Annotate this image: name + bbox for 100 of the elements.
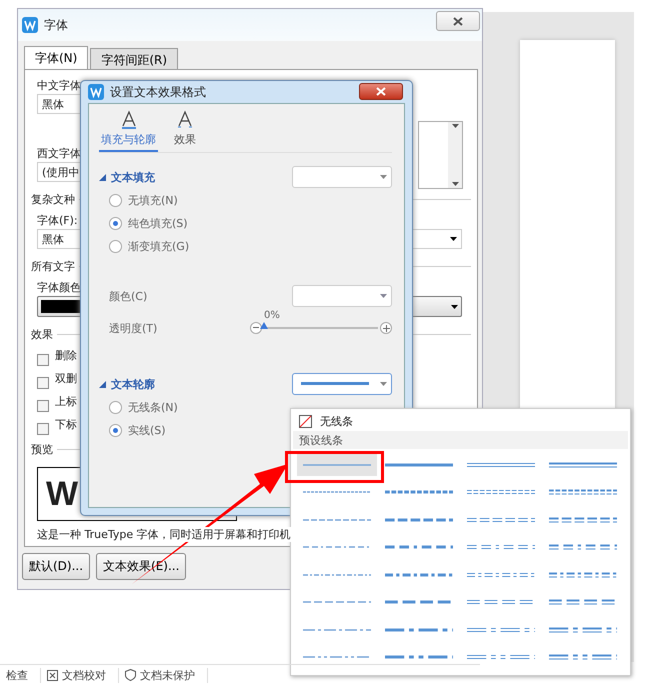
line-style-icon [303,544,371,550]
app-logo-icon [22,17,38,33]
line-style-icon [385,544,453,550]
field-label: 中文字体 [37,78,81,92]
line-style-icon [303,572,371,578]
checkbox-label: 上标 [55,394,77,408]
caret-icon [451,304,458,308]
close-button[interactable] [436,11,480,31]
field-label: 颜色(C) [109,288,148,304]
radio-label: 纯色填充(S) [128,216,188,231]
status-item[interactable]: 文档校对 [41,668,119,682]
group-title: 效果 [31,327,53,342]
section-title[interactable]: 文本轮廓 [99,376,155,392]
radio-label: 无线条(N) [128,400,178,415]
preview-text: W [46,474,78,514]
checkbox-label: 删除 [55,348,77,362]
menu-item[interactable]: 无线条 [320,414,353,429]
tab[interactable]: 字符间距(R) [90,48,178,69]
line-style-icon [467,544,535,550]
line-style-icon [467,654,535,660]
checkbox[interactable] [37,354,49,366]
caret-icon [380,294,387,298]
close-icon [376,87,386,96]
caret-icon [450,237,457,241]
line-style-icon [467,516,535,522]
line-style-icon [303,626,371,632]
slider-value: 0% [264,310,280,321]
line-style-icon [549,599,617,605]
line-style-icon [467,626,535,632]
line-style-icon [549,572,617,578]
line-style-icon [303,489,371,495]
line-style-icon [467,462,535,468]
window-title: 设置文本效果格式 [110,84,206,100]
checkbox[interactable] [37,422,49,434]
slider-thumb[interactable] [260,322,268,329]
app-logo-icon [88,84,104,100]
line-style-icon [549,544,617,550]
dialog-button[interactable]: 默认(D)... [22,553,90,580]
window-title: 字体 [44,16,68,34]
caret-icon [380,175,387,179]
line-style-icon [301,382,369,386]
radio-button[interactable] [109,194,122,207]
line-style-icon [467,599,535,605]
line-style-icon [549,489,617,495]
radio-label: 无填充(N) [128,193,178,208]
line-style-icon [385,462,453,468]
line-style-icon [303,462,371,468]
line-style-icon [303,654,371,660]
checkbox[interactable] [37,400,49,412]
no-line-icon [299,414,312,428]
checkbox[interactable] [37,376,49,388]
radio-button[interactable] [109,401,122,414]
group-title: 所有文字 [31,259,75,274]
collapse-icon [99,174,106,180]
line-style-icon [385,626,453,632]
line-style-icon [385,572,453,578]
status-item[interactable]: 检查 [0,668,41,682]
line-style-icon [385,516,453,522]
fill-dropdown[interactable] [292,166,392,188]
checkbox-label: 下标 [55,417,77,431]
radio-label: 实线(S) [128,423,166,438]
scrollbar[interactable] [448,122,462,188]
tab[interactable]: 效果 [172,110,198,152]
menu-header: 预设线条 [293,431,628,449]
tab[interactable]: 填充与轮廓 [99,110,158,152]
tab[interactable]: 字体(N) [24,46,88,69]
caret-icon [380,382,387,386]
collapse-icon [99,380,106,388]
plus-icon[interactable] [380,322,392,334]
caret-icon [452,182,458,186]
radio-button[interactable] [109,424,122,437]
field-label: 字体颜色 [37,280,81,294]
radio-button[interactable] [109,217,122,230]
field-label: 透明度(T) [109,320,158,336]
field-label: 西文字体 [37,146,81,160]
group-title: 复杂文种 [31,192,75,207]
shield-icon [125,669,136,681]
line-style-icon [385,599,453,605]
close-icon [453,16,463,26]
line-style-icon [303,516,371,522]
status-item[interactable]: 文档未保护 [119,668,208,682]
close-button[interactable] [359,83,403,100]
line-style-icon [385,654,453,660]
line-style-icon [385,489,453,495]
line-style-icon [467,489,535,495]
group-title: 预览 [31,442,53,457]
line-style-icon [303,599,371,605]
checkbox-icon [47,670,58,680]
section-title[interactable]: 文本填充 [99,170,155,184]
line-dropdown[interactable] [292,373,392,395]
line-style-icon [467,572,535,578]
minus-icon[interactable] [250,322,262,334]
line-style-icon [549,516,617,522]
line-style-option[interactable] [297,453,377,476]
line-style-icon [549,654,617,660]
caret-icon [452,124,458,128]
checkbox-label: 双删 [55,371,77,385]
color-dropdown[interactable] [292,285,392,307]
radio-button[interactable] [109,240,122,253]
text-style-icon [177,110,193,130]
